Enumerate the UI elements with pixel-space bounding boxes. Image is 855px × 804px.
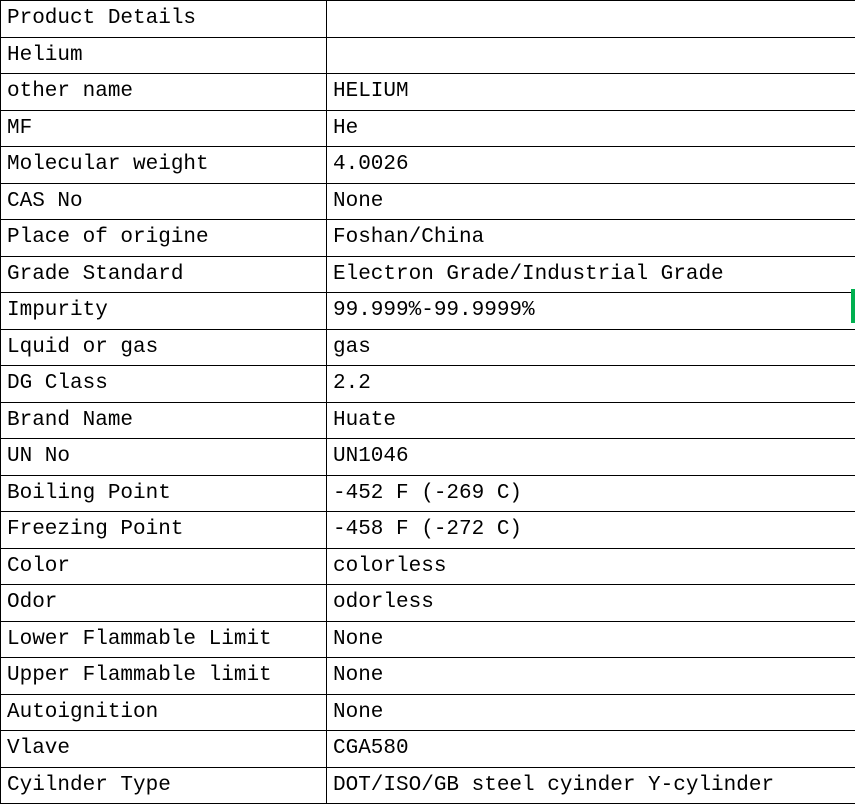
table-cell-label: other name [1, 74, 327, 111]
table-cell-value: HELIUM [327, 74, 855, 111]
table-cell-value: Electron Grade/Industrial Grade [327, 256, 855, 293]
table-cell-label: Upper Flammable limit [1, 658, 327, 695]
table-row: Boiling Point -452 F (-269 C) [1, 475, 855, 512]
table-cell-label: Boiling Point [1, 475, 327, 512]
table-cell-label: Odor [1, 585, 327, 622]
table-cell-label: Place of origine [1, 220, 327, 257]
table-cell-value: 2.2 [327, 366, 855, 403]
table-row: Cyilnder Type DOT/ISO/GB steel cyinder Y… [1, 767, 855, 804]
table-cell-value: Huate [327, 402, 855, 439]
highlight-marker [851, 289, 855, 323]
table-row: Odor odorless [1, 585, 855, 622]
table-cell-value: None [327, 658, 855, 695]
table-cell-label: Grade Standard [1, 256, 327, 293]
table-cell-label: UN No [1, 439, 327, 476]
table-cell-value: CGA580 [327, 731, 855, 768]
table-row: Lower Flammable Limit None [1, 621, 855, 658]
product-details-table: Product Details Helium other name HELIUM… [0, 0, 855, 804]
table-row: Lquid or gas gas [1, 329, 855, 366]
table-cell-label: Lower Flammable Limit [1, 621, 327, 658]
table-row: Molecular weight 4.0026 [1, 147, 855, 184]
table-cell-label: DG Class [1, 366, 327, 403]
table-cell-label: Vlave [1, 731, 327, 768]
table-row: Vlave CGA580 [1, 731, 855, 768]
table-row: Brand Name Huate [1, 402, 855, 439]
table-row: MF He [1, 110, 855, 147]
table-row: Autoignition None [1, 694, 855, 731]
table-cell-value: He [327, 110, 855, 147]
table-cell-value: 99.999%-99.9999% [327, 293, 855, 330]
table-cell-label: Product Details [1, 1, 327, 38]
table-cell-value: colorless [327, 548, 855, 585]
table-cell-value: Foshan/China [327, 220, 855, 257]
table-cell-label: Color [1, 548, 327, 585]
table-row: Impurity 99.999%-99.9999% [1, 293, 855, 330]
table-cell-value: odorless [327, 585, 855, 622]
table-cell-label: Helium [1, 37, 327, 74]
table-cell-value: UN1046 [327, 439, 855, 476]
table-cell-value: None [327, 183, 855, 220]
table-cell-label: Lquid or gas [1, 329, 327, 366]
table-cell-value: gas [327, 329, 855, 366]
table-cell-label: Cyilnder Type [1, 767, 327, 804]
table-cell-label: Freezing Point [1, 512, 327, 549]
table-row: Grade Standard Electron Grade/Industrial… [1, 256, 855, 293]
table-container: Product Details Helium other name HELIUM… [0, 0, 855, 804]
table-cell-value [327, 37, 855, 74]
table-cell-value [327, 1, 855, 38]
table-row: CAS No None [1, 183, 855, 220]
table-cell-label: Brand Name [1, 402, 327, 439]
table-cell-value: None [327, 621, 855, 658]
table-cell-label: Molecular weight [1, 147, 327, 184]
table-cell-label: Autoignition [1, 694, 327, 731]
table-row: Upper Flammable limit None [1, 658, 855, 695]
table-cell-label: MF [1, 110, 327, 147]
table-cell-value: -458 F (-272 C) [327, 512, 855, 549]
table-row: UN No UN1046 [1, 439, 855, 476]
table-row: other name HELIUM [1, 74, 855, 111]
table-row: Place of origine Foshan/China [1, 220, 855, 257]
table-cell-value: None [327, 694, 855, 731]
table-row: Freezing Point -458 F (-272 C) [1, 512, 855, 549]
table-cell-label: CAS No [1, 183, 327, 220]
table-cell-value: -452 F (-269 C) [327, 475, 855, 512]
table-row: Product Details [1, 1, 855, 38]
table-row: Helium [1, 37, 855, 74]
table-row: DG Class 2.2 [1, 366, 855, 403]
table-cell-value: DOT/ISO/GB steel cyinder Y-cylinder [327, 767, 855, 804]
table-cell-label: Impurity [1, 293, 327, 330]
table-cell-value: 4.0026 [327, 147, 855, 184]
table-row: Color colorless [1, 548, 855, 585]
